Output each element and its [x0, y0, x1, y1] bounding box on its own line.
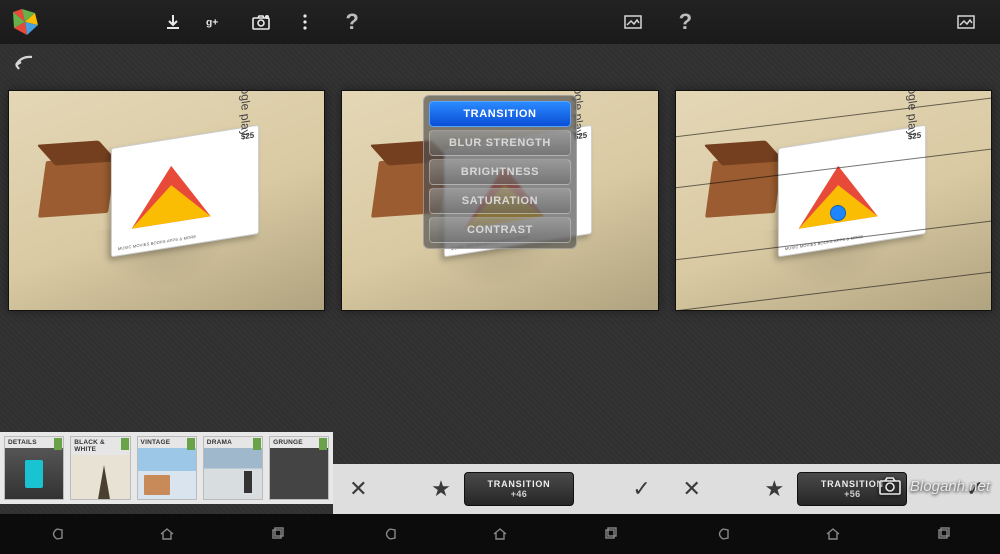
help-icon[interactable]: ?	[345, 9, 358, 35]
menu-item-saturation[interactable]: SATURATION	[429, 188, 571, 214]
nav-back-icon[interactable]	[702, 519, 742, 549]
control-bar: ✕ ★ TRANSITION +46 ✓	[333, 464, 666, 514]
filter-item[interactable]: DETAILS	[4, 436, 64, 500]
overflow-menu-icon[interactable]	[283, 0, 327, 44]
watermark: Bloganh.net	[876, 476, 990, 496]
status-pill[interactable]: TRANSITION +46	[464, 472, 574, 506]
favorite-icon[interactable]: ★	[759, 474, 789, 504]
filter-item[interactable]: DRAMA	[203, 436, 263, 500]
nav-back-icon[interactable]	[36, 519, 76, 549]
photo-object-card: Google play $25 MUSIC MOVIES BOOKS APPS …	[777, 125, 925, 258]
adjustment-menu: TRANSITION BLUR STRENGTH BRIGHTNESS SATU…	[423, 95, 577, 249]
filter-item[interactable]: BLACK & WHITE	[70, 436, 130, 500]
status-label: TRANSITION	[821, 479, 884, 489]
nav-back-icon[interactable]	[369, 519, 409, 549]
apply-icon[interactable]: ✓	[627, 474, 657, 504]
screen-tilt-shift: ? Google play $25 MUSIC MOVIES BOOKS APP…	[667, 0, 1000, 554]
back-row	[0, 44, 333, 84]
android-navbar	[667, 514, 1000, 554]
filter-strip[interactable]: DETAILS BLACK & WHITE VINTAGE DRAMA GRUN…	[0, 432, 333, 504]
top-bar: ?	[667, 0, 1000, 44]
google-plus-icon[interactable]: g+	[195, 0, 239, 44]
nav-recent-icon[interactable]	[258, 519, 298, 549]
nav-home-icon[interactable]	[813, 519, 853, 549]
camera-icon[interactable]	[239, 0, 283, 44]
compare-image-icon[interactable]	[944, 0, 988, 44]
snapseed-logo-icon	[10, 7, 40, 37]
nav-recent-icon[interactable]	[591, 519, 631, 549]
menu-item-blur-strength[interactable]: BLUR STRENGTH	[429, 130, 571, 156]
nav-home-icon[interactable]	[480, 519, 520, 549]
screen-main: g+ Google play $25 MUSIC MOVIES BOOKS AP…	[0, 0, 333, 554]
download-icon[interactable]	[151, 0, 195, 44]
filter-item[interactable]: VINTAGE	[137, 436, 197, 500]
nav-home-icon[interactable]	[147, 519, 187, 549]
nav-recent-icon[interactable]	[924, 519, 964, 549]
photo-object-cube	[42, 157, 112, 218]
svg-text:g+: g+	[206, 18, 218, 29]
photo-canvas[interactable]: Google play $25 MUSIC MOVIES BOOKS APPS …	[8, 90, 325, 311]
menu-item-brightness[interactable]: BRIGHTNESS	[429, 159, 571, 185]
help-icon[interactable]: ?	[679, 9, 692, 35]
filter-item[interactable]: GRUNGE	[269, 436, 329, 500]
status-label: TRANSITION	[487, 479, 550, 489]
top-bar: ?	[333, 0, 666, 44]
menu-item-transition[interactable]: TRANSITION	[429, 101, 571, 127]
top-bar: g+	[0, 0, 333, 44]
card-price: $25	[241, 131, 254, 142]
android-navbar	[333, 514, 666, 554]
cancel-icon[interactable]: ✕	[343, 474, 373, 504]
cancel-icon[interactable]: ✕	[677, 474, 707, 504]
photo-object-card: Google play $25 MUSIC MOVIES BOOKS APPS …	[111, 125, 259, 258]
compare-image-icon[interactable]	[611, 0, 655, 44]
photo-canvas[interactable]: Google play $25 MUSIC MOVIES BOOKS APPS …	[675, 90, 992, 311]
photo-object-cube	[709, 157, 779, 218]
status-value: +46	[511, 489, 527, 499]
android-navbar	[0, 514, 333, 554]
menu-item-contrast[interactable]: CONTRAST	[429, 217, 571, 243]
screen-adjust-menu: ? Google play $25 MUSIC MOVIES BOOKS APP…	[333, 0, 666, 554]
favorite-icon[interactable]: ★	[426, 474, 456, 504]
back-icon[interactable]	[12, 51, 36, 77]
status-value: +56	[844, 489, 860, 499]
